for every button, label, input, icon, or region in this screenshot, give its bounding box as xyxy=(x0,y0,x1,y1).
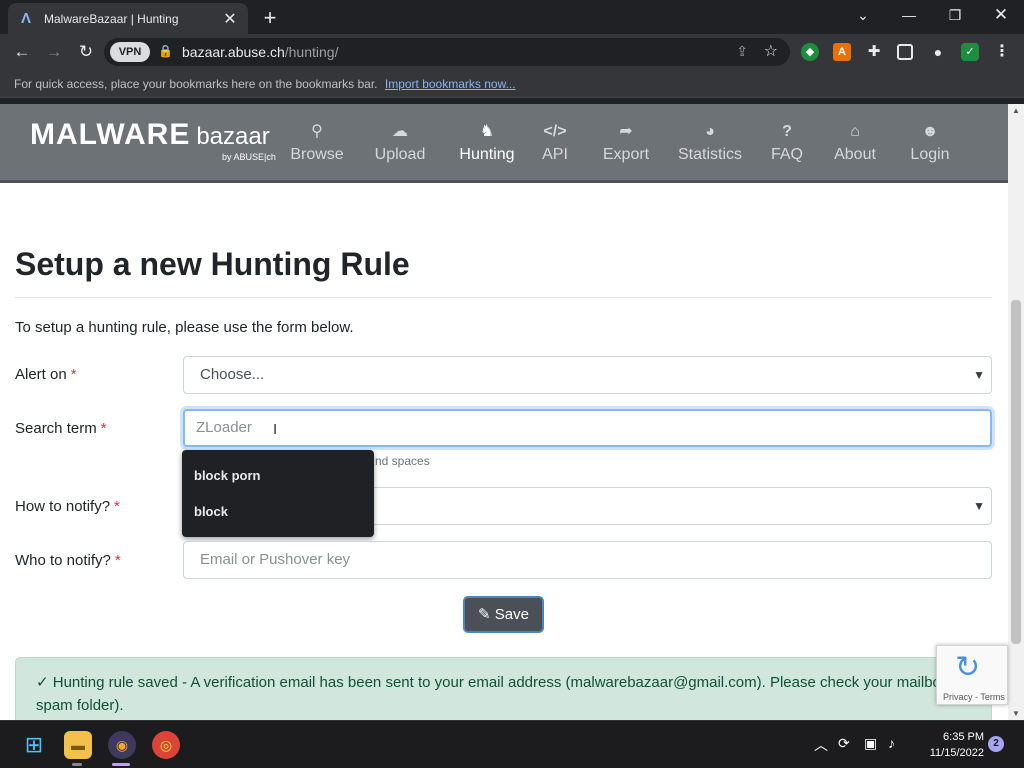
close-window-button[interactable]: ✕ xyxy=(978,0,1024,30)
sync-icon[interactable]: ⟳ xyxy=(838,735,850,752)
side-panel-icon[interactable] xyxy=(897,44,913,60)
code-icon: </> xyxy=(543,123,567,140)
text-cursor-icon: I xyxy=(273,421,278,438)
check-circle-icon: ✓ xyxy=(36,674,49,691)
nav-login[interactable]: ☻ Login xyxy=(908,122,952,164)
nav-statistics[interactable]: ◕ Statistics xyxy=(677,122,743,164)
divider xyxy=(15,297,992,298)
active-indicator xyxy=(112,763,130,766)
extension-shield-icon[interactable]: ✓ xyxy=(961,43,979,61)
alert-on-select[interactable]: Choose... ▼ xyxy=(183,356,992,394)
search-icon: ⚲ xyxy=(311,123,323,140)
windows-taskbar: ⊞ ▬ ◉ ◎ ︿ ⟳ ▣ ♪ 6:35 PM 11/15/2022 2 xyxy=(0,720,1024,768)
vpn-badge[interactable]: VPN xyxy=(110,42,150,62)
export-icon: ➦ xyxy=(619,123,633,140)
chevron-down-icon: ▼ xyxy=(973,499,985,513)
forward-arrow-icon[interactable]: → xyxy=(42,40,66,64)
who-to-notify-label: Who to notify? * xyxy=(15,552,121,569)
search-term-label: Search term * xyxy=(15,420,107,437)
tab-title: MalwareBazaar | Hunting xyxy=(44,11,179,26)
extension-green-lock-icon[interactable]: ◆ xyxy=(801,43,819,61)
windows-start-icon[interactable]: ⊞ xyxy=(20,731,48,759)
malwarebazaar-logo[interactable]: MALWARE bazaar by ABUSE|ch xyxy=(30,118,276,162)
autocomplete-option[interactable]: block porn xyxy=(194,468,260,483)
back-arrow-icon[interactable]: ← xyxy=(10,40,34,64)
bookmarks-bar: For quick access, place your bookmarks h… xyxy=(0,70,1024,98)
lock-icon[interactable]: 🔒 xyxy=(158,44,173,58)
alert-on-label: Alert on * xyxy=(15,366,77,383)
malwarebazaar-favicon-icon: Λ xyxy=(20,9,31,27)
building-icon: ⌂ xyxy=(850,123,860,140)
nav-upload[interactable]: ☁ Upload xyxy=(372,122,428,164)
restore-button[interactable]: ❐ xyxy=(932,0,978,30)
how-to-notify-label: How to notify? * xyxy=(15,498,120,515)
bookmark-star-icon[interactable]: ☆ xyxy=(764,41,778,61)
scroll-down-icon[interactable]: ▼ xyxy=(1008,709,1024,718)
reload-icon[interactable]: ↻ xyxy=(74,40,98,64)
menu-kebab-icon[interactable]: ⋮ xyxy=(993,43,1011,61)
network-icon[interactable]: ▣ xyxy=(864,735,877,752)
page-scrollbar[interactable]: ▲ ▼ xyxy=(1008,104,1024,720)
nav-faq[interactable]: ? FAQ xyxy=(770,122,804,164)
browser-tab[interactable]: Λ MalwareBazaar | Hunting ✕ xyxy=(8,3,248,34)
nav-about[interactable]: ⌂ About xyxy=(830,122,880,164)
extension-orange-icon[interactable]: A xyxy=(833,43,851,61)
success-alert: ✓ Hunting rule saved - A verification em… xyxy=(15,657,992,720)
active-indicator xyxy=(72,763,82,766)
browser-toolbar: ← → ↻ VPN 🔒 bazaar.abuse.ch/hunting/ ⇪ ☆… xyxy=(0,34,1024,70)
browser-tab-strip: Λ MalwareBazaar | Hunting ✕ + ⌄ — ❐ ✕ xyxy=(0,0,1024,34)
chrome-icon[interactable]: ◎ xyxy=(152,731,180,759)
chevron-down-icon: ▼ xyxy=(973,368,985,382)
autocomplete-option[interactable]: block xyxy=(194,504,228,519)
tray-chevron-up-icon[interactable]: ︿ xyxy=(814,735,828,755)
volume-icon[interactable]: ♪ xyxy=(888,735,895,751)
search-term-help: nd spaces xyxy=(375,454,430,468)
url-text[interactable]: bazaar.abuse.ch/hunting/ xyxy=(182,38,338,66)
search-term-input[interactable]: ZLoader xyxy=(183,409,992,447)
form-intro: To setup a hunting rule, please use the … xyxy=(15,319,354,336)
nav-api[interactable]: </> API xyxy=(540,122,570,164)
edit-icon: ✎ xyxy=(478,606,491,623)
file-explorer-icon[interactable]: ▬ xyxy=(64,731,92,759)
page-title: Setup a new Hunting Rule xyxy=(15,246,410,282)
new-tab-button[interactable]: + xyxy=(258,5,282,31)
system-clock[interactable]: 6:35 PM 11/15/2022 xyxy=(904,729,984,761)
question-icon: ? xyxy=(782,123,792,140)
share-icon[interactable]: ⇪ xyxy=(736,43,748,60)
notification-badge[interactable]: 2 xyxy=(988,736,1004,752)
extensions-puzzle-icon[interactable]: ✚ xyxy=(865,43,883,61)
close-tab-icon[interactable]: ✕ xyxy=(222,9,238,29)
user-icon: ☻ xyxy=(921,123,939,140)
recaptcha-badge[interactable]: ↻ Privacy - Terms xyxy=(936,645,1008,705)
site-navbar: MALWARE bazaar by ABUSE|ch ⚲ Browse ☁ Uploa… xyxy=(0,104,1008,183)
import-bookmarks-link[interactable]: Import bookmarks now... xyxy=(385,77,516,91)
profile-icon[interactable]: ● xyxy=(929,43,947,61)
nav-hunting[interactable]: ♞ Hunting xyxy=(456,122,518,164)
cat-icon: ♞ xyxy=(479,123,495,140)
who-to-notify-input[interactable]: Email or Pushover key xyxy=(183,541,992,579)
tab-search-icon[interactable]: ⌄ xyxy=(840,0,886,30)
bookmarks-bar-text: For quick access, place your bookmarks h… xyxy=(14,77,378,91)
address-bar[interactable]: VPN 🔒 bazaar.abuse.ch/hunting/ ⇪ ☆ xyxy=(104,38,790,66)
pie-chart-icon: ◕ xyxy=(705,123,715,140)
nav-export[interactable]: ➦ Export xyxy=(600,122,652,164)
scroll-up-icon[interactable]: ▲ xyxy=(1008,106,1024,115)
scrollbar-thumb[interactable] xyxy=(1011,300,1021,644)
recaptcha-icon: ↻ xyxy=(955,651,981,684)
save-button[interactable]: ✎ Save xyxy=(463,596,544,633)
vpn-app-icon[interactable]: ◉ xyxy=(108,731,136,759)
autocomplete-dropdown: block porn block xyxy=(182,450,374,537)
nav-browse[interactable]: ⚲ Browse xyxy=(290,122,344,164)
minimize-button[interactable]: — xyxy=(886,0,932,30)
web-page: MALWARE bazaar by ABUSE|ch ⚲ Browse ☁ Uploa… xyxy=(0,104,1008,720)
upload-icon: ☁ xyxy=(392,123,408,140)
